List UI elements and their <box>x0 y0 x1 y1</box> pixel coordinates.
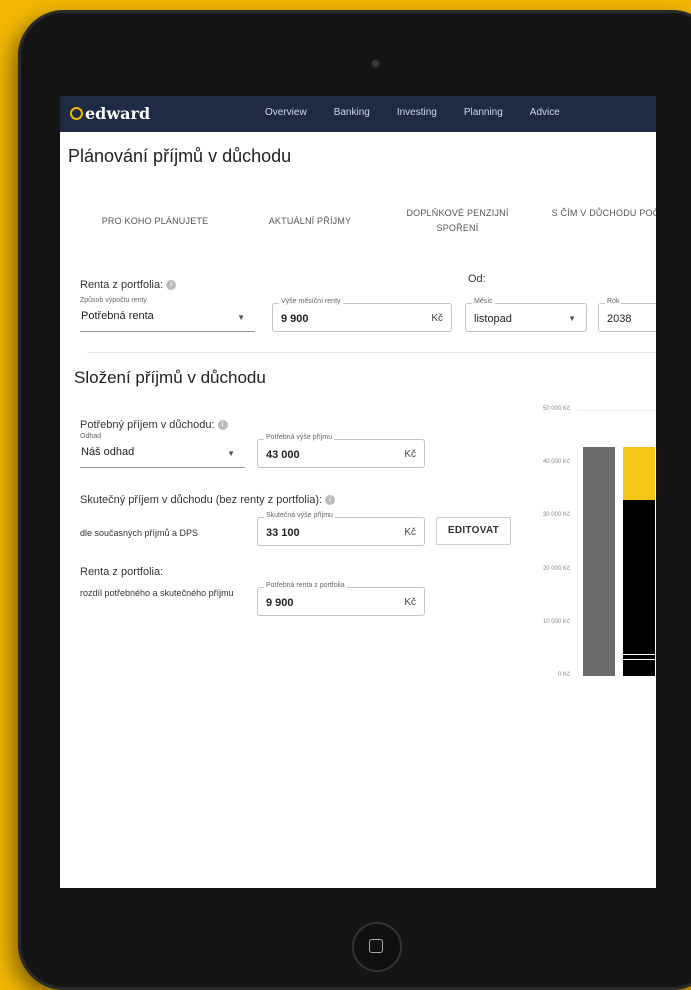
grid-line <box>578 410 656 411</box>
portfolio-renta-field[interactable]: Potřebná renta z portfolia 9 900 Kč <box>257 582 425 616</box>
screen: edward Overview Banking Investing Planni… <box>60 96 656 888</box>
chevron-down-icon: ▼ <box>568 314 576 323</box>
field-value: Náš odhad <box>81 446 135 458</box>
field-value: 9 900 <box>281 313 309 325</box>
page-title: Plánování příjmů v důchodu <box>68 146 292 166</box>
field-label: Odhad <box>80 433 102 440</box>
chart-bar-segment <box>623 658 655 661</box>
chart-bar-segment <box>623 499 655 654</box>
chart-bar-segment <box>623 447 655 500</box>
portfolio-renta-label: Renta z portfolia: <box>80 566 164 578</box>
home-icon <box>369 939 383 953</box>
currency-unit: Kč <box>404 449 416 460</box>
nav-link-banking[interactable]: Banking <box>334 107 370 118</box>
field-value: 2038 <box>607 313 632 325</box>
actual-income-field[interactable]: Skutečná výše příjmu 33 100 Kč <box>257 512 425 546</box>
brand-name: edward <box>85 104 151 123</box>
field-value: 43 000 <box>266 449 300 461</box>
y-tick-label: 0 Kč <box>557 672 570 678</box>
top-nav: edward Overview Banking Investing Planni… <box>60 96 656 132</box>
od-label: Od: <box>468 273 486 285</box>
camera <box>371 59 380 68</box>
edit-button[interactable]: EDITOVAT <box>436 517 511 545</box>
chart-bar-segment <box>623 654 655 659</box>
currency-unit: Kč <box>404 597 416 608</box>
step-tab-current-income[interactable]: AKTUÁLNÍ PŘÍJMY <box>250 214 370 229</box>
info-icon[interactable]: i <box>166 280 177 291</box>
chart-bar-segment <box>623 653 655 655</box>
needed-income-label: Potřebný příjem v důchodu: i <box>80 419 228 431</box>
step-tab-pension-saving[interactable]: DOPLŇKOVÉ PENZIJNÍ SPOŘENÍ <box>400 206 515 236</box>
chart-bar-segment <box>583 447 615 676</box>
info-icon[interactable]: i <box>217 420 228 431</box>
field-value: Potřebná renta <box>81 310 154 322</box>
y-tick-label: 40 000 Kč <box>542 459 570 466</box>
needed-income-field[interactable]: Potřebná výše příjmu 43 000 Kč <box>257 434 425 468</box>
chevron-down-icon: ▼ <box>227 449 235 458</box>
currency-unit: Kč <box>404 527 416 538</box>
renta-year-field[interactable]: Rok 2038 <box>598 298 656 332</box>
sun-ring-icon <box>70 107 83 120</box>
y-tick-label: 50 000 Kč <box>542 406 570 412</box>
y-tick-label: 30 000 Kč <box>542 512 570 519</box>
field-value: 9 900 <box>266 597 294 609</box>
field-label: Potřebná renta z portfolia <box>264 582 347 589</box>
section-title: Složení příjmů v důchodu <box>74 368 266 387</box>
field-value: 33 100 <box>266 527 300 539</box>
nav-link-planning[interactable]: Planning <box>464 107 503 118</box>
renta-month-select[interactable]: Měsíc listopad ▼ <box>465 298 587 332</box>
renta-method-select[interactable]: Způsob výpočtu renty Potřebná renta ▼ <box>80 297 255 332</box>
field-label: Rok <box>605 298 622 305</box>
field-label: Skutečná výše příjmu <box>264 512 335 519</box>
actual-income-note: dle současných příjmů a DPS <box>80 528 199 538</box>
currency-unit: Kč <box>431 313 443 324</box>
field-label: Potřebná výše příjmu <box>264 434 335 441</box>
home-button[interactable] <box>352 922 402 972</box>
field-value: listopad <box>474 313 512 325</box>
section-divider <box>87 352 656 353</box>
nav-link-advice[interactable]: Advice <box>530 107 560 118</box>
renta-label: Renta z portfolia: i <box>80 279 177 291</box>
actual-income-label: Skutečný příjem v důchodu (bez renty z p… <box>80 494 336 506</box>
y-tick-label: 20 000 Kč <box>542 565 570 572</box>
info-icon[interactable]: i <box>325 495 336 506</box>
field-label: Měsíc <box>472 298 495 305</box>
renta-amount-field[interactable]: Výše měsíční renty 9 900 Kč <box>272 298 452 332</box>
step-tab-who[interactable]: PRO KOHO PLÁNUJETE <box>90 214 220 229</box>
brand-logo[interactable]: edward <box>70 104 150 123</box>
portfolio-renta-note: rozdíl potřebného a skutečného příjmu <box>80 588 234 598</box>
nav-link-investing[interactable]: Investing <box>397 107 437 118</box>
chart-bar-segment <box>623 660 655 676</box>
field-label: Výše měsíční renty <box>279 298 343 305</box>
nav-link-overview[interactable]: Overview <box>265 107 307 118</box>
field-label: Způsob výpočtu renty <box>80 297 147 304</box>
y-tick-label: 10 000 Kč <box>542 618 570 625</box>
estimate-select[interactable]: Odhad Náš odhad ▼ <box>80 433 245 468</box>
chevron-down-icon: ▼ <box>237 313 245 322</box>
step-tab-retirement-expectations[interactable]: S ČÍM V DŮCHODU POČÍTAT <box>550 206 656 221</box>
